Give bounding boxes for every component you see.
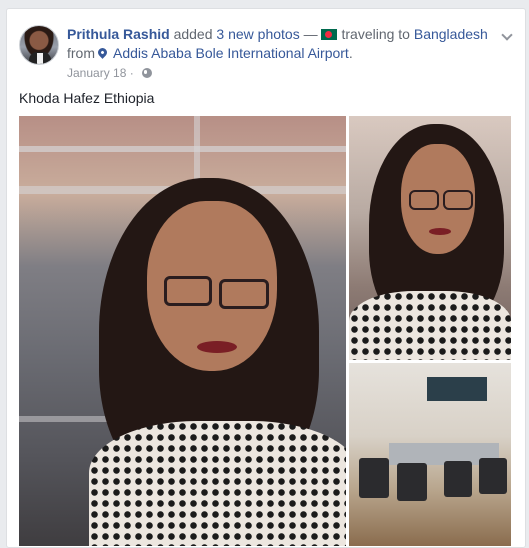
glasses bbox=[219, 279, 269, 309]
post-meta: January 18 · bbox=[67, 66, 153, 80]
avatar-shirt bbox=[37, 53, 43, 64]
activity-text: traveling to bbox=[341, 26, 410, 42]
photo-main[interactable] bbox=[19, 116, 346, 546]
photo-count-link[interactable]: 3 new photos bbox=[216, 26, 299, 42]
lips bbox=[429, 228, 451, 235]
status-text: Khoda Hafez Ethiopia bbox=[19, 90, 155, 106]
globe-icon[interactable] bbox=[142, 68, 153, 78]
origin-location-link[interactable]: Addis Ababa Bole International Airport bbox=[113, 45, 349, 61]
glasses bbox=[164, 276, 212, 306]
from-text: from bbox=[67, 45, 95, 61]
photo-top-right[interactable] bbox=[349, 116, 511, 360]
wall-sign bbox=[427, 377, 487, 401]
photo-bottom-right[interactable] bbox=[349, 363, 511, 546]
chair bbox=[397, 463, 427, 501]
meta-separator: · bbox=[129, 66, 134, 80]
location-pin-icon bbox=[96, 46, 109, 59]
destination-link[interactable]: Bangladesh bbox=[414, 26, 488, 42]
post-header: Prithula Rashid added 3 new photos — tra… bbox=[67, 25, 497, 63]
dress bbox=[349, 291, 511, 360]
window-frame bbox=[19, 416, 109, 422]
chair bbox=[359, 458, 389, 498]
dress bbox=[89, 421, 346, 546]
chevron-down-icon[interactable] bbox=[501, 29, 513, 41]
chair bbox=[479, 458, 507, 494]
glasses bbox=[409, 190, 439, 210]
avatar[interactable] bbox=[19, 25, 59, 65]
dash: — bbox=[303, 26, 318, 42]
post-card: Prithula Rashid added 3 new photos — tra… bbox=[6, 8, 526, 548]
chair bbox=[444, 461, 472, 497]
window-frame bbox=[19, 146, 346, 152]
origin-period: . bbox=[348, 45, 353, 61]
post-date-link[interactable]: January 18 bbox=[67, 66, 126, 80]
author-name-link[interactable]: Prithula Rashid bbox=[67, 26, 170, 42]
glasses bbox=[443, 190, 473, 210]
bangladesh-flag-icon bbox=[321, 29, 338, 40]
lips bbox=[197, 341, 237, 353]
action-text: added bbox=[173, 26, 213, 42]
